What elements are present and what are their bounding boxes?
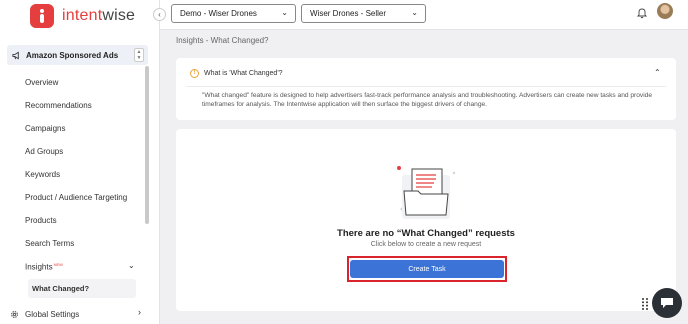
- sidebar-subitem-what-changed[interactable]: What Changed?: [28, 279, 136, 298]
- chevron-down-icon: ⌄: [281, 8, 288, 17]
- profile-select[interactable]: Wiser Drones - Seller ⌄: [301, 4, 426, 23]
- sidebar-item-search-terms[interactable]: Search Terms: [25, 239, 74, 248]
- sidebar-item-insights[interactable]: InsightsNEW: [25, 262, 63, 272]
- bell-icon[interactable]: [637, 7, 647, 19]
- info-card-description: "What changed" feature is designed to he…: [202, 92, 653, 108]
- intentwise-logo-icon: [30, 4, 54, 28]
- sidebar-item-product-audience-targeting[interactable]: Product / Audience Targeting: [25, 193, 127, 202]
- sidebar-item-recommendations[interactable]: Recommendations: [25, 101, 92, 110]
- create-task-button[interactable]: Create Task: [350, 260, 504, 278]
- chevron-up-icon[interactable]: ⌃: [654, 68, 661, 77]
- chevron-down-icon[interactable]: ⌄: [128, 261, 135, 270]
- chevron-down-icon: ⌄: [411, 8, 418, 17]
- chevron-left-icon: ‹: [158, 10, 161, 19]
- sidebar-item-campaigns[interactable]: Campaigns: [25, 124, 65, 133]
- sidebar-scrollbar[interactable]: [145, 66, 149, 224]
- sidebar: intentwise Amazon Sponsored Ads ▲ ▼ Overv…: [0, 0, 160, 324]
- breadcrumb: Insights - What Changed?: [176, 36, 269, 45]
- gear-icon: [11, 310, 18, 318]
- global-settings[interactable]: Global Settings ›: [10, 307, 150, 321]
- account-select-value: Demo - Wiser Drones: [180, 9, 257, 18]
- empty-state-subtitle: Click below to create a new request: [370, 241, 482, 248]
- app-logo[interactable]: intentwise: [30, 4, 160, 28]
- global-settings-label: Global Settings: [25, 309, 80, 319]
- info-card-title[interactable]: What is 'What Changed'?: [204, 70, 283, 77]
- product-selector[interactable]: Amazon Sponsored Ads ▲ ▼: [7, 45, 148, 65]
- logo-text: intentwise: [62, 7, 136, 24]
- sidebar-item-keywords[interactable]: Keywords: [25, 170, 60, 179]
- sidebar-subitem-label: What Changed?: [32, 284, 90, 293]
- insights-label: Insights: [25, 262, 53, 272]
- sidebar-item-ad-groups[interactable]: Ad Groups: [25, 147, 63, 156]
- megaphone-icon: [12, 51, 19, 59]
- sidebar-item-overview[interactable]: Overview: [25, 78, 58, 87]
- product-selector-label: Amazon Sponsored Ads: [26, 50, 119, 60]
- chat-button[interactable]: [652, 288, 682, 318]
- info-warning-icon: !: [190, 69, 199, 78]
- empty-state-title: There are no “What Changed” requests: [337, 228, 515, 239]
- avatar[interactable]: [657, 3, 673, 19]
- collapse-sidebar-button[interactable]: ‹: [153, 8, 166, 21]
- chevron-right-icon: ›: [138, 307, 141, 317]
- chat-icon: [661, 298, 673, 308]
- account-select[interactable]: Demo - Wiser Drones ⌄: [171, 4, 296, 23]
- profile-select-value: Wiser Drones - Seller: [310, 9, 387, 18]
- info-card: ! What is 'What Changed'? ⌃ "What change…: [176, 58, 676, 120]
- sidebar-item-products[interactable]: Products: [25, 216, 57, 225]
- empty-folder-illustration: [397, 166, 456, 219]
- divider: [186, 86, 666, 87]
- empty-state-card: There are no “What Changed” requests Cli…: [176, 129, 676, 311]
- new-badge: NEW: [53, 262, 63, 267]
- drag-handle-icon[interactable]: [641, 297, 649, 311]
- up-down-icon: ▲ ▼: [134, 48, 144, 62]
